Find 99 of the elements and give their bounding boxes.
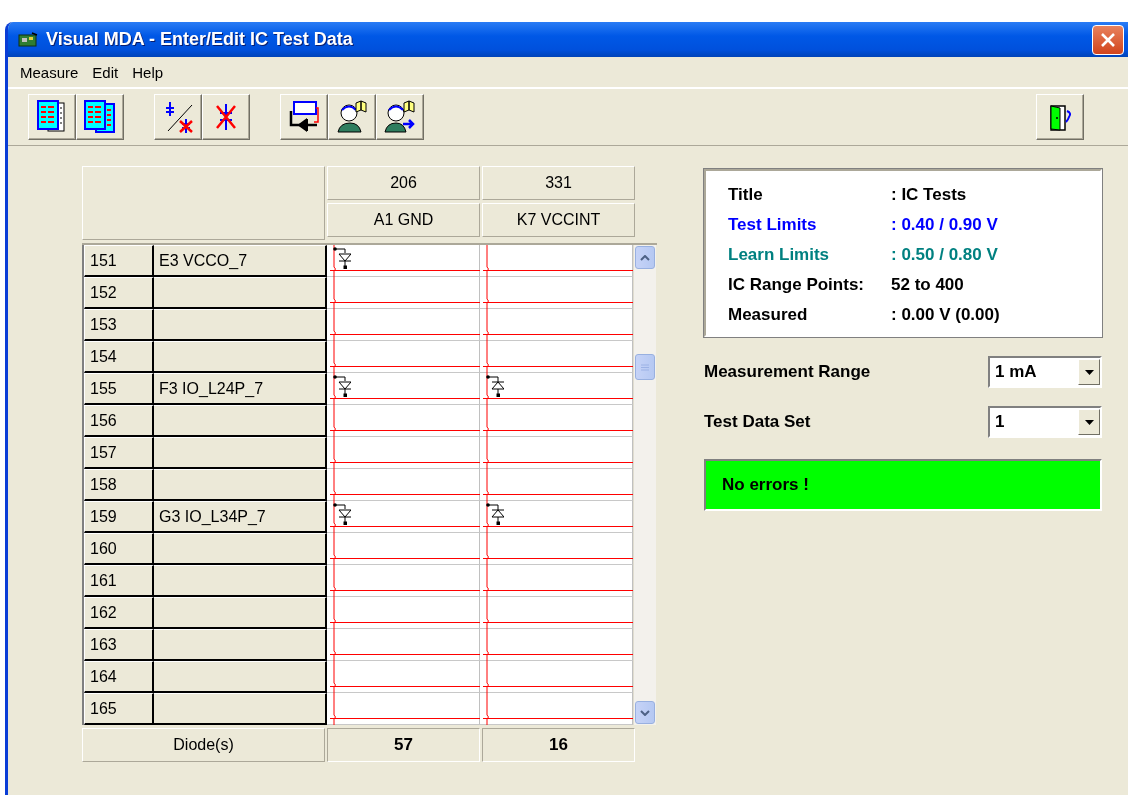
setting-label: Measurement Range [704, 362, 871, 382]
grid-cell[interactable] [480, 693, 633, 725]
row-number: 152 [84, 277, 154, 309]
diode-icon [333, 375, 351, 397]
diode-icon [333, 247, 351, 269]
column-header: A1 GND [327, 203, 480, 237]
row-name: F3 IO_L24P_7 [154, 373, 327, 405]
grid-cell[interactable] [327, 309, 480, 341]
status-message: No errors ! [704, 459, 1102, 511]
row-name: G3 IO_L34P_7 [154, 501, 327, 533]
grid-cell[interactable] [327, 469, 480, 501]
grid-cell[interactable] [327, 501, 480, 533]
grid-cell[interactable] [327, 597, 480, 629]
info-label: Title [728, 184, 764, 205]
menu-item[interactable]: Help [132, 63, 164, 81]
row-number: 156 [84, 405, 154, 437]
dropdown[interactable]: 1 mA [988, 356, 1102, 388]
column-header: 206 [327, 166, 480, 200]
scroll-down-button[interactable] [635, 701, 655, 724]
row-number: 158 [84, 469, 154, 501]
row-number: 159 [84, 501, 154, 533]
grid-cell[interactable] [327, 533, 480, 565]
toolbar-button[interactable] [154, 94, 202, 140]
row-number: 160 [84, 533, 154, 565]
row-number: 157 [84, 437, 154, 469]
row-number: 153 [84, 309, 154, 341]
row-number: 155 [84, 373, 154, 405]
setting-label: Test Data Set [704, 412, 811, 432]
row-number: 162 [84, 597, 154, 629]
close-button[interactable] [1092, 24, 1124, 55]
person-book-arrow-icon [382, 99, 418, 135]
diode-icon [486, 375, 504, 397]
toolbar-button[interactable] [280, 94, 328, 140]
scroll-up-button[interactable] [635, 246, 655, 269]
exit-button[interactable] [1036, 94, 1084, 140]
menu-item[interactable]: Measure [20, 63, 79, 81]
grid-cell[interactable] [480, 277, 633, 309]
grid-cell[interactable] [327, 661, 480, 693]
grid-cell[interactable] [327, 565, 480, 597]
row-number: 161 [84, 565, 154, 597]
caret-icon [1084, 369, 1094, 375]
grid-cell[interactable] [327, 373, 480, 405]
scrollbar[interactable] [633, 245, 656, 725]
diode-count: 57 [327, 728, 480, 762]
grid-cell[interactable] [327, 341, 480, 373]
scroll-thumb[interactable] [635, 354, 655, 380]
circuit-board-icon [18, 31, 38, 48]
info-value: : 0.50 / 0.80 V [891, 244, 998, 265]
grid-cell[interactable] [480, 597, 633, 629]
person-book-icon [334, 99, 370, 135]
grid-cell[interactable] [480, 373, 633, 405]
diode-icon [333, 503, 351, 525]
grid-cell[interactable] [480, 405, 633, 437]
row-number: 164 [84, 661, 154, 693]
toolbar-button[interactable] [202, 94, 250, 140]
grid-cell[interactable] [480, 437, 633, 469]
column-header: 331 [482, 166, 635, 200]
column-header: K7 VCCINT [482, 203, 635, 237]
grid-cell[interactable] [327, 277, 480, 309]
grid-cell[interactable] [327, 405, 480, 437]
grid-cell[interactable] [480, 533, 633, 565]
footer-label: Diode(s) [82, 728, 325, 762]
info-label: IC Range Points: [728, 274, 865, 295]
document-list-icon [82, 99, 118, 135]
info-value: 52 to 400 [891, 274, 964, 295]
info-label: Test Limits [728, 214, 818, 235]
grid-cell[interactable] [480, 309, 633, 341]
dropdown[interactable]: 1 [988, 406, 1102, 438]
toolbar-button[interactable] [76, 94, 124, 140]
info-value: : 0.00 V (0.00) [891, 304, 1000, 325]
row-name: E3 VCCO_7 [154, 245, 327, 277]
grid-cell[interactable] [327, 245, 480, 277]
menu-item[interactable]: Edit [92, 63, 119, 81]
toolbar-button[interactable] [28, 94, 76, 140]
toolbar-button[interactable] [328, 94, 376, 140]
info-label: Measured [728, 304, 809, 325]
grid-cell[interactable] [480, 245, 633, 277]
grid-cell[interactable] [480, 629, 633, 661]
grid-cell[interactable] [480, 501, 633, 533]
grid-cell[interactable] [327, 437, 480, 469]
row-number: 163 [84, 629, 154, 661]
grid-cell[interactable] [327, 629, 480, 661]
row-number: 154 [84, 341, 154, 373]
toolbar-button[interactable] [376, 94, 424, 140]
grid-cell[interactable] [480, 469, 633, 501]
grid-cell[interactable] [480, 565, 633, 597]
window-title: Visual MDA - Enter/Edit IC Test Data [46, 29, 353, 50]
grip-icon [641, 363, 649, 371]
grid-cell[interactable] [480, 341, 633, 373]
diode-count: 16 [482, 728, 635, 762]
grid-cell[interactable] [327, 693, 480, 725]
info-value: : 0.40 / 0.90 V [891, 214, 998, 235]
caret-icon [1084, 419, 1094, 425]
diode-icon [486, 503, 504, 525]
info-value: : IC Tests [891, 184, 967, 205]
info-label: Learn Limits [728, 244, 831, 265]
grid-cell[interactable] [480, 661, 633, 693]
row-number: 151 [84, 245, 154, 277]
row-number: 165 [84, 693, 154, 725]
